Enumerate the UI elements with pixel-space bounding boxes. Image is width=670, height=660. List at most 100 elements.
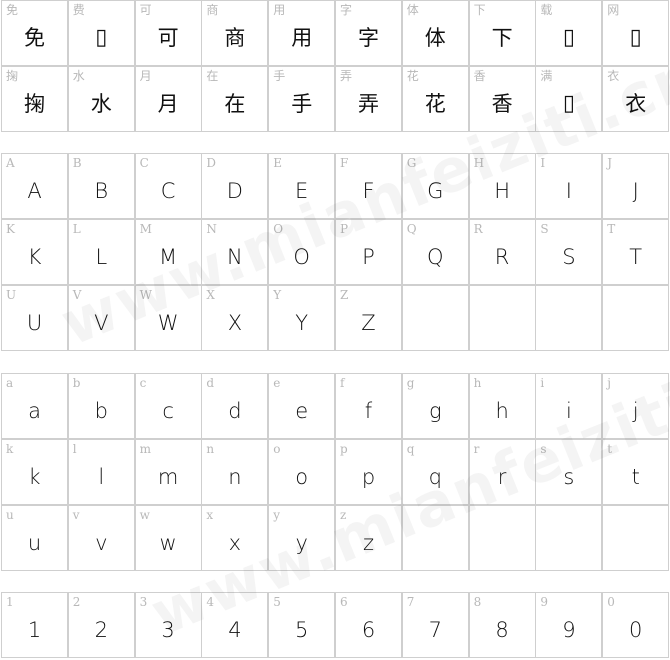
reference-character: 花 [406,69,419,83]
glyph-sample: 5 [295,618,309,642]
missing-glyph-box: ▯ [562,91,575,116]
glyph-sample: z [362,531,375,555]
glyph-row: kkllmmnnooppqqrrsstt [1,439,670,505]
glyph-cell [602,285,670,351]
glyph-cell: LL [67,219,135,285]
glyph-cell: VV [67,285,135,351]
reference-character: 弄 [340,69,353,83]
glyph-cell: ee [268,373,336,439]
glyph-sample: f [364,399,373,423]
glyph-cell: gg [401,373,469,439]
glyph-sample: x [228,531,242,555]
glyph-cell [535,505,603,571]
glyph-cell: qq [401,439,469,505]
glyph-sample: k [28,465,41,489]
glyph-sample: p [361,465,376,489]
reference-character: 0 [607,595,615,609]
glyph-cell: NN [201,219,269,285]
glyph-sample: C [160,179,176,203]
glyph-cell: 衣衣 [602,66,670,132]
reference-character: 月 [139,69,152,83]
glyph-cell: 花花 [401,66,469,132]
glyph-cell: 99 [535,592,603,658]
glyph-row: AABBCCDDEEFFGGHHIIJJ [1,153,670,219]
glyph-cell: JJ [602,153,670,219]
glyph-cell: ZZ [335,285,402,351]
reference-character: F [340,156,349,170]
missing-glyph-box: ▯ [95,25,108,50]
glyph-cell: 载 ▯ [535,0,603,66]
glyph-cell: UU [1,285,68,351]
glyph-sample: 手 [291,92,313,116]
reference-character: 衣 [607,69,620,83]
glyph-sample: q [428,465,442,489]
glyph-cell: 费 ▯ [67,0,135,66]
glyph-cell: MM [134,219,202,285]
reference-character: d [206,376,215,390]
reference-character: L [72,222,81,236]
reference-character: 满 [540,69,553,83]
reference-character: n [206,442,215,456]
glyph-sample: S [562,245,576,269]
glyph-cell: hh [468,373,536,439]
reference-character: 3 [139,595,148,609]
reference-character: p [340,442,348,456]
glyph-cell: 体体 [401,0,469,66]
reference-character: i [540,376,545,390]
glyph-sample: Z [361,311,376,335]
glyph-cell: ff [335,373,402,439]
reference-character: v [72,508,80,522]
glyph-cell [468,285,536,351]
reference-character: o [273,442,281,456]
reference-character: Z [340,288,349,302]
glyph-cell: II [535,153,603,219]
reference-character: 商 [206,3,219,17]
glyph-sample: 6 [361,618,376,642]
reference-character: 网 [607,3,620,17]
reference-character: P [340,222,349,236]
reference-character: G [406,156,417,170]
glyph-cell: 手手 [268,66,336,132]
glyph-cell: 在在 [201,66,269,132]
glyph-sample: U [26,311,43,335]
reference-character: W [139,288,152,302]
reference-character: w [139,508,150,522]
glyph-sample: K [27,245,42,269]
glyph-sample: F [362,179,375,203]
reference-character: f [340,376,345,390]
reference-character: a [6,376,14,390]
glyph-cell: 11 [1,592,68,658]
reference-character: C [139,156,149,170]
reference-character: 体 [406,3,419,17]
glyph-cell: 22 [67,592,135,658]
reference-character: 在 [206,69,219,83]
glyph-sample: 香 [491,92,513,116]
glyph-sample: R [494,245,510,269]
glyph-cell: FF [335,153,402,219]
glyph-cell: zz [335,505,402,571]
glyph-sample: 9 [562,618,576,642]
glyph-cell: 用用 [268,0,336,66]
glyph-sample: G [427,179,444,203]
glyph-sample: g [428,399,442,423]
glyph-cell: PP [335,219,402,285]
reference-character: V [72,288,82,302]
glyph-cell: QQ [401,219,469,285]
glyph-sample: 免 [24,26,45,50]
reference-character: 载 [540,3,553,17]
glyph-sample: e [295,399,309,423]
glyph-cell: dd [201,373,269,439]
reference-character: B [72,156,82,170]
glyph-sample: L [95,245,108,269]
glyph-sample: i [565,399,572,423]
glyph-cell: 77 [401,592,469,658]
reference-character: l [72,442,77,456]
glyph-cell: 满 ▯ [535,66,603,132]
glyph-sample: 弄 [358,92,379,116]
glyph-cell: WW [134,285,202,351]
reference-character: 掬 [6,69,19,83]
glyph-sample: r [497,465,507,489]
glyph-cell: yy [268,505,336,571]
reference-character: 下 [473,3,486,17]
glyph-sample: 月 [157,92,179,116]
